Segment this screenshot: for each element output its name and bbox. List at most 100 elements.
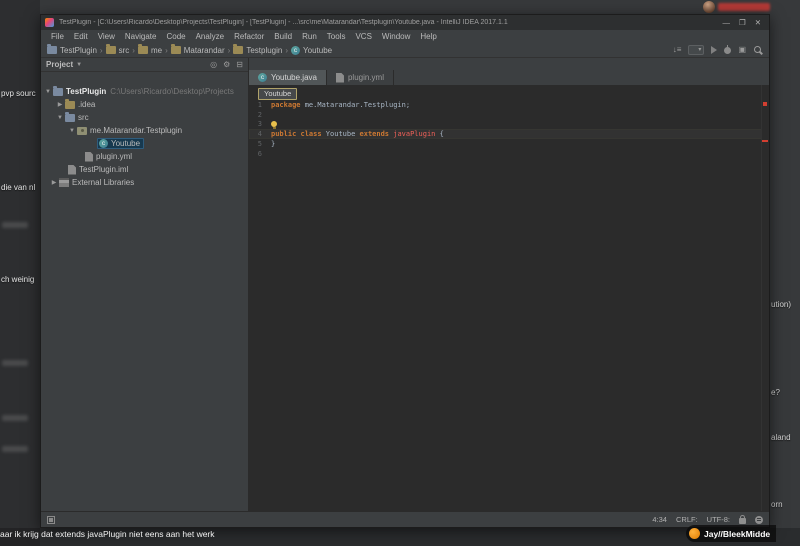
- toolbar-actions: ↓≡ ▾ ▣: [673, 44, 763, 55]
- tree-row-plugin-yml[interactable]: plugin.yml: [41, 150, 248, 163]
- chat-fragment: die van nl: [1, 183, 36, 192]
- tree-row-package[interactable]: ▼ me.Matarandar.Testplugin: [41, 124, 248, 137]
- maximize-button[interactable]: ❐: [739, 18, 746, 28]
- watermark-text: Jay//BleekMidde: [704, 528, 771, 539]
- chat-faint-line: [2, 446, 28, 452]
- code-line-3[interactable]: 3: [249, 120, 769, 130]
- file-icon: [335, 72, 344, 83]
- menu-help[interactable]: Help: [415, 32, 441, 41]
- expander-icon[interactable]: ▶: [49, 179, 59, 186]
- tree-row-youtube-class[interactable]: Youtube: [41, 137, 248, 150]
- breadcrumb-me[interactable]: me: [137, 44, 163, 55]
- menu-view[interactable]: View: [93, 32, 120, 41]
- intellij-window: TestPlugin - [C:\Users\Ricardo\Desktop\P…: [40, 14, 770, 528]
- folder-icon: [137, 44, 148, 54]
- run-configurations-dropdown[interactable]: ▾: [688, 45, 705, 55]
- breadcrumb-youtube[interactable]: Youtube: [291, 45, 332, 55]
- tab-plugin-yml[interactable]: plugin.yml: [326, 70, 394, 85]
- code-token: }: [271, 140, 276, 149]
- structure-sort-icon[interactable]: ↓≡: [673, 45, 682, 55]
- menu-run[interactable]: Run: [297, 32, 322, 41]
- menu-tools[interactable]: Tools: [322, 32, 351, 41]
- tree-label: TestPlugin: [66, 87, 107, 96]
- class-icon: [291, 45, 301, 55]
- error-marker-top[interactable]: [763, 102, 767, 106]
- title-bar[interactable]: TestPlugin - [C:\Users\Ricardo\Desktop\P…: [41, 15, 769, 30]
- menu-file[interactable]: File: [46, 32, 69, 41]
- line-ending-indicator[interactable]: CRLF:: [676, 515, 698, 524]
- menu-code[interactable]: Code: [161, 32, 190, 41]
- error-marker-line4[interactable]: [762, 140, 768, 142]
- code-line-1[interactable]: 1 package me.Matarandar.Testplugin;: [249, 100, 769, 110]
- tree-path-label: C:\Users\Ricardo\Desktop\Projects: [110, 87, 234, 96]
- menu-navigate[interactable]: Navigate: [120, 32, 162, 41]
- code-token: {: [439, 130, 444, 139]
- stream-user-overlay: [703, 0, 770, 14]
- chat-faint-line: [2, 222, 28, 228]
- breadcrumb-label: me: [150, 45, 163, 55]
- readonly-lock-icon[interactable]: [739, 515, 746, 524]
- gear-icon[interactable]: ⚙: [223, 60, 230, 70]
- caret-position[interactable]: 4:34: [652, 515, 667, 524]
- menu-window[interactable]: Window: [377, 32, 415, 41]
- debug-icon[interactable]: [724, 44, 732, 54]
- right-text-fragment: aland: [771, 433, 791, 442]
- menu-refactor[interactable]: Refactor: [229, 32, 269, 41]
- expander-icon[interactable]: ▶: [55, 101, 65, 108]
- line-number: 1: [257, 100, 262, 109]
- expander-icon[interactable]: ▼: [55, 115, 65, 121]
- project-panel-title[interactable]: Project: [46, 60, 73, 69]
- code-line-6[interactable]: 6: [249, 149, 769, 159]
- breadcrumb-label: Matarandar: [183, 45, 225, 55]
- breadcrumb-src[interactable]: src: [105, 44, 129, 55]
- code-editor[interactable]: Youtube 1 package me.Matarandar.Testplug…: [249, 85, 769, 511]
- folder-icon: [170, 44, 181, 54]
- collapse-all-icon[interactable]: ⊟: [236, 60, 243, 70]
- desktop-background: pvp sourc die van nl ch weinig ution) e?…: [0, 0, 800, 546]
- tree-row-src[interactable]: ▼ src: [41, 111, 248, 124]
- menu-vcs[interactable]: VCS: [350, 32, 376, 41]
- code-line-2[interactable]: 2: [249, 110, 769, 120]
- tree-label: Youtube: [111, 139, 141, 148]
- expander-icon[interactable]: ▼: [43, 89, 53, 95]
- file-icon: [68, 164, 76, 175]
- code-line-5[interactable]: 5 }: [249, 139, 769, 149]
- chevron-right-icon: [164, 46, 169, 55]
- hector-inspections-icon[interactable]: [755, 515, 763, 524]
- menu-build[interactable]: Build: [269, 32, 297, 41]
- chevron-down-icon[interactable]: ▼: [76, 62, 82, 68]
- breadcrumb-testplugin[interactable]: Testplugin: [233, 44, 283, 55]
- tab-youtube-java[interactable]: Youtube.java: [249, 70, 327, 85]
- watermark-avatar-icon: [689, 528, 700, 539]
- toolwindow-toggle-icon[interactable]: [47, 515, 55, 524]
- minimize-button[interactable]: —: [722, 18, 730, 28]
- tree-row-external-libraries[interactable]: ▶ External Libraries: [41, 176, 248, 189]
- code-lines: 1 package me.Matarandar.Testplugin; 2 3 …: [249, 85, 769, 159]
- search-icon[interactable]: [753, 45, 763, 55]
- libraries-icon: [59, 178, 69, 187]
- breadcrumb-label: Testplugin: [246, 45, 283, 55]
- class-icon: [99, 139, 108, 148]
- breadcrumb-project[interactable]: TestPlugin: [47, 44, 97, 55]
- breadcrumb-matarandar[interactable]: Matarandar: [170, 44, 225, 55]
- tab-label: Youtube.java: [271, 73, 317, 82]
- run-icon[interactable]: [711, 46, 718, 54]
- chevron-right-icon: [131, 46, 136, 55]
- tree-row-iml[interactable]: TestPlugin.iml: [41, 163, 248, 176]
- tree-row-project-root[interactable]: ▼ TestPlugin C:\Users\Ricardo\Desktop\Pr…: [41, 85, 248, 98]
- code-line-4[interactable]: 4 public class Youtube extends javaPlugi…: [249, 129, 769, 140]
- breadcrumb-label: TestPlugin: [60, 45, 97, 55]
- menu-analyze[interactable]: Analyze: [191, 32, 229, 41]
- error-stripe-scrollbar[interactable]: [761, 85, 769, 511]
- coverage-icon[interactable]: ▣: [738, 45, 746, 55]
- tree-row-idea[interactable]: ▶ .idea: [41, 98, 248, 111]
- user-avatar: [703, 1, 715, 13]
- class-icon: [258, 73, 267, 82]
- close-button[interactable]: ✕: [755, 18, 761, 28]
- menu-edit[interactable]: Edit: [69, 32, 93, 41]
- intention-bulb-icon[interactable]: [271, 121, 277, 130]
- expander-icon[interactable]: ▼: [67, 128, 77, 134]
- tree-label: TestPlugin.iml: [79, 165, 129, 174]
- encoding-indicator[interactable]: UTF-8:: [707, 515, 730, 524]
- locate-file-icon[interactable]: ◎: [210, 60, 217, 70]
